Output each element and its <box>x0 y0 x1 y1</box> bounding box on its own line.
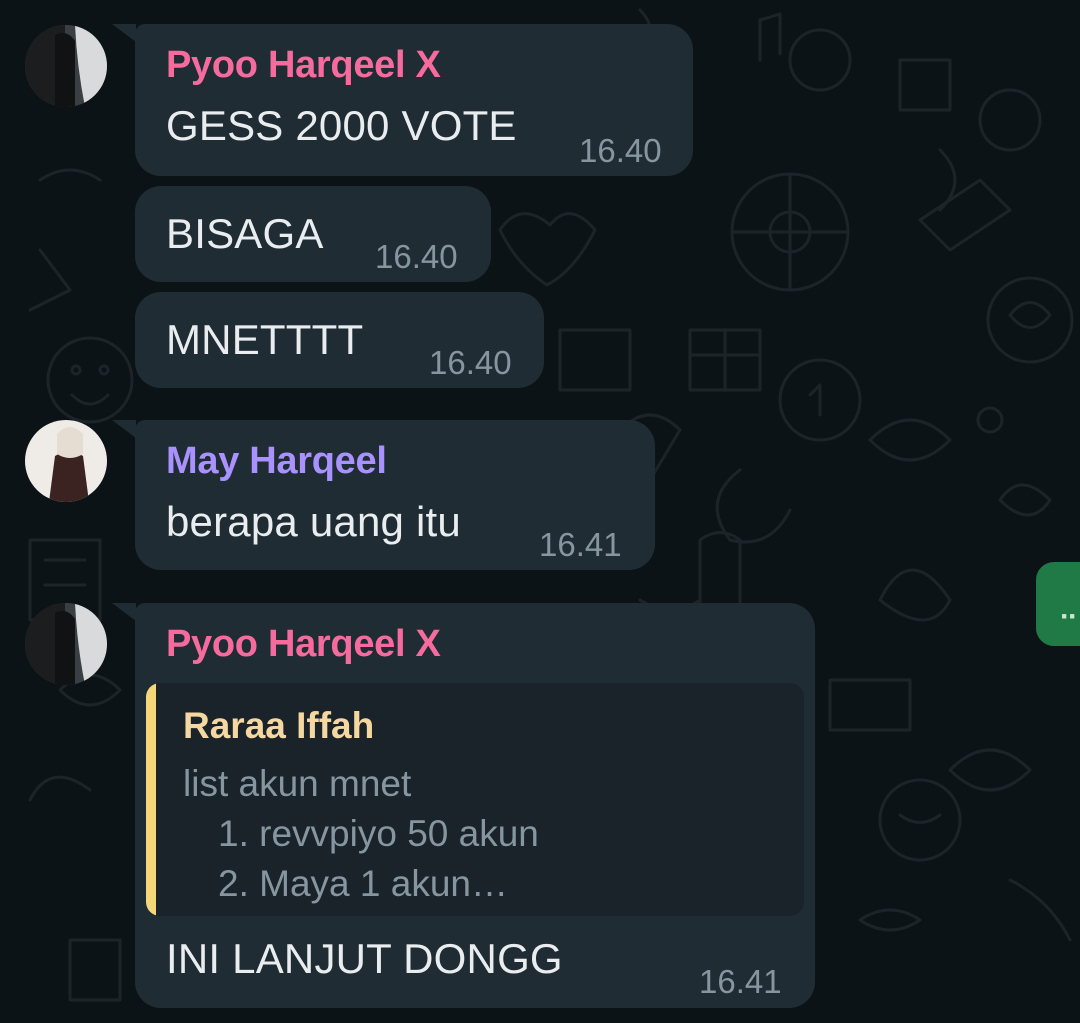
message-time: 16.40 <box>429 344 512 381</box>
message-time: 16.41 <box>539 526 622 563</box>
message-text: MNETTTT <box>166 316 364 363</box>
message-text: GESS 2000 VOTE <box>166 102 517 149</box>
message-bubble[interactable]: Pyoo Harqeel X GESS 2000 VOTE 16.40 <box>135 24 693 176</box>
message-bubble[interactable]: MNETTTT 16.40 <box>135 292 544 388</box>
avatar-photo-icon <box>25 603 107 685</box>
quote-line: 2. Maya 1 akun… <box>218 863 508 904</box>
message-time: 16.41 <box>699 963 782 1000</box>
bubble-tail <box>112 24 136 42</box>
message-bubble[interactable]: Pyoo Harqeel X Raraa Iffah list akun mne… <box>135 603 815 1008</box>
avatar-pyoo[interactable] <box>25 603 107 685</box>
message-time: 16.40 <box>579 132 662 169</box>
quoted-message[interactable]: Raraa Iffah list akun mnet 1. revvpiyo 5… <box>146 683 804 916</box>
quote-line: list akun mnet <box>183 763 412 804</box>
message-text: berapa uang itu <box>166 498 461 545</box>
message-text: INI LANJUT DONGG <box>166 935 563 982</box>
more-dots-icon: ·· <box>1060 600 1078 633</box>
sender-name[interactable]: Pyoo Harqeel X <box>166 623 441 666</box>
message-time: 16.40 <box>375 238 458 275</box>
sender-name[interactable]: May Harqeel <box>166 440 387 483</box>
chat-window: Pyoo Harqeel X GESS 2000 VOTE 16.40 BISA… <box>0 0 1080 1023</box>
message-bubble[interactable]: May Harqeel berapa uang itu 16.41 <box>135 420 655 570</box>
quote-author: Raraa Iffah <box>183 705 375 746</box>
sender-name[interactable]: Pyoo Harqeel X <box>166 44 441 87</box>
avatar-may[interactable] <box>25 420 107 502</box>
floating-action-button[interactable]: ·· <box>1030 556 1080 652</box>
avatar-photo-icon <box>25 25 107 107</box>
quote-line: 1. revvpiyo 50 akun <box>218 813 539 854</box>
message-bubble[interactable]: BISAGA 16.40 <box>135 186 491 282</box>
bubble-tail <box>112 603 136 621</box>
quote-bar <box>146 683 156 916</box>
bubble-tail <box>112 420 136 438</box>
message-text: BISAGA <box>166 210 324 257</box>
avatar-pyoo[interactable] <box>25 25 107 107</box>
avatar-photo-icon <box>25 420 107 502</box>
